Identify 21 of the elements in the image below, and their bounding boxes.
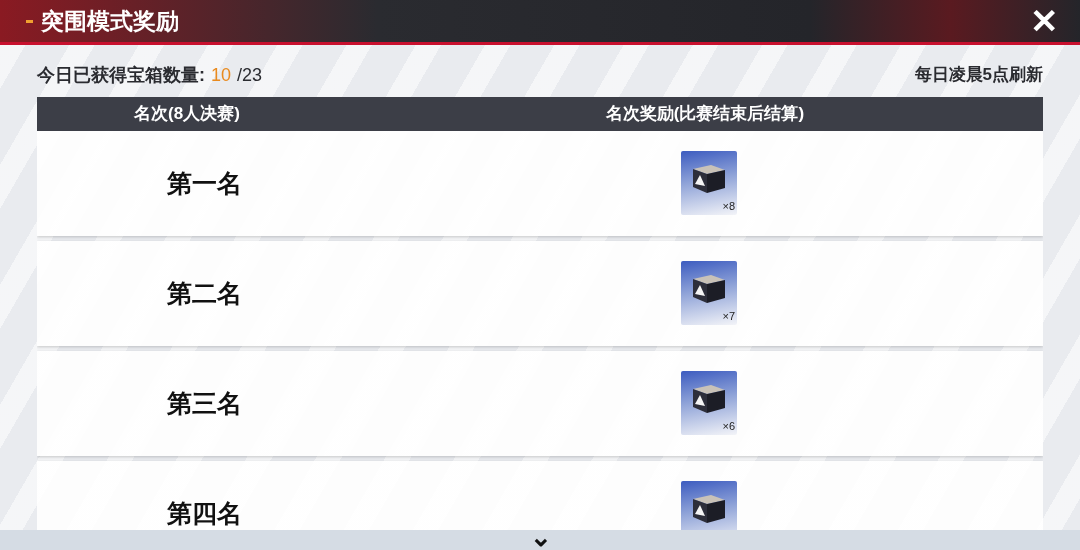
rank-label: 第二名 — [165, 277, 243, 309]
rank-label: 第四名 — [165, 497, 243, 529]
total-count: /23 — [237, 63, 263, 87]
column-header: 名次奖励(比赛结束后结算) — [604, 103, 806, 126]
chest-count-label: 今日已获得宝箱数量: — [37, 63, 205, 87]
title-dash-icon — [26, 19, 33, 23]
reward-quantity: ×8 — [722, 198, 735, 214]
obtained-count: 10 — [211, 63, 232, 87]
rank-label: 第一名 — [165, 167, 243, 199]
reward-quantity: ×6 — [722, 418, 735, 434]
close-button[interactable]: ✕ — [1030, 4, 1058, 38]
column-header: 名次(8人决赛) — [133, 103, 241, 126]
window-title: 突围模式奖励 — [41, 6, 179, 36]
chest-reward[interactable]: ×8 — [681, 151, 737, 215]
reward-quantity: ×7 — [722, 308, 735, 324]
rank-label: 第三名 — [165, 387, 243, 419]
chest-reward[interactable]: ×6 — [681, 371, 737, 435]
chest-reward[interactable] — [681, 481, 737, 530]
scroll-down-indicator[interactable]: ⌄ — [530, 530, 552, 550]
refresh-note: 每日凌晨5点刷新 — [914, 64, 1044, 87]
chest-reward[interactable]: ×7 — [681, 261, 737, 325]
